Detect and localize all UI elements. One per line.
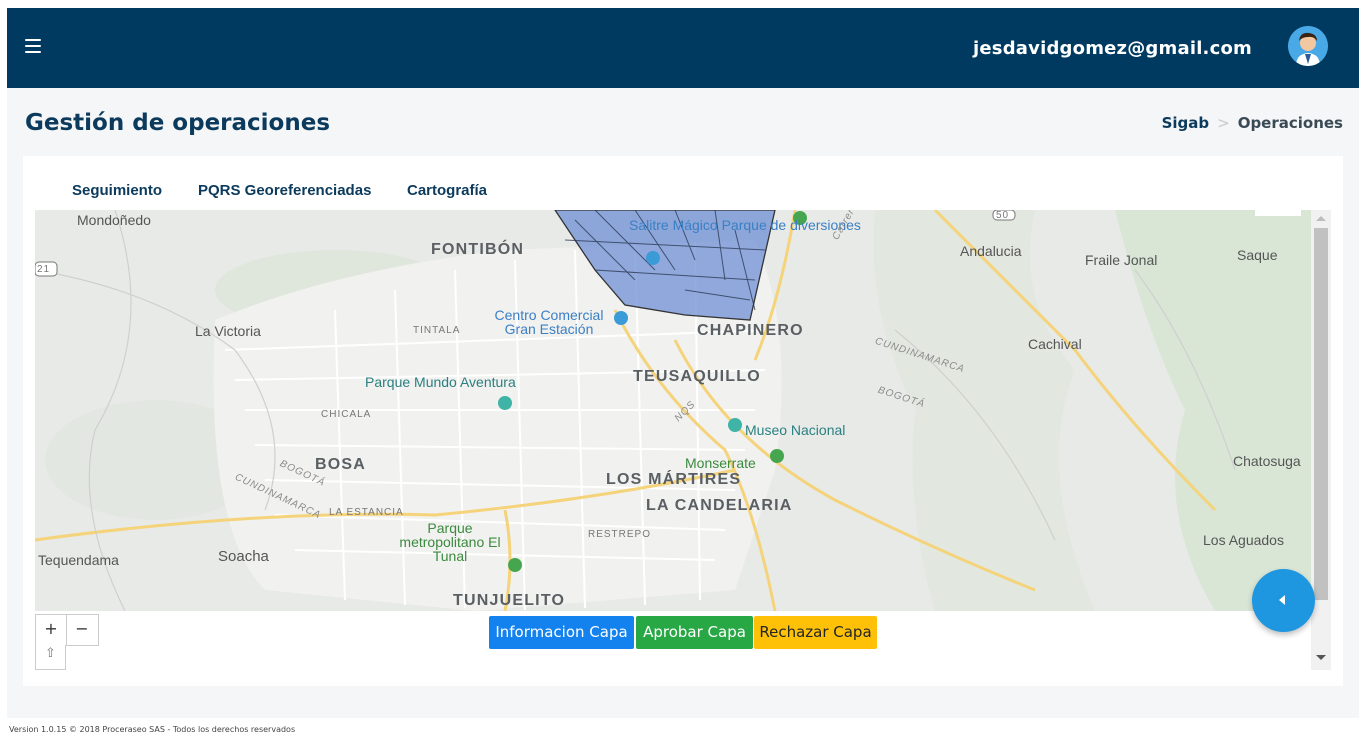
rechazar-capa-button[interactable]: Rechazar Capa [754, 616, 877, 649]
map-label-place: Chatosuga [1233, 453, 1301, 469]
map-label-district: FONTIBÓN [431, 241, 525, 258]
map-route-shield: 21 [37, 264, 51, 275]
map-zoom-control: + − [35, 614, 99, 646]
tab-cartografia[interactable]: Cartografía [407, 182, 487, 199]
page-title: Gestión de operaciones [25, 110, 331, 136]
zoom-in-button[interactable]: + [36, 615, 67, 645]
map-label-district: TEUSAQUILLO [633, 368, 761, 385]
hamburger-menu-icon[interactable] [25, 39, 41, 53]
map-label-poi: Museo Nacional [745, 422, 846, 438]
floating-action-button[interactable] [1252, 569, 1315, 632]
footer-text: Version 1.0.15 © 2018 Proceraseo SAS - T… [9, 725, 296, 734]
breadcrumb-separator-icon: > [1217, 114, 1230, 132]
zoom-out-button[interactable]: − [67, 615, 97, 645]
tab-seguimiento[interactable]: Seguimiento [72, 182, 162, 199]
map-label-area: LA ESTANCIA [329, 507, 404, 518]
scroll-up-icon[interactable] [1316, 216, 1326, 221]
map-label-district: LA CANDELARIA [646, 497, 793, 514]
map-label-poi: Parque Mundo Aventura [365, 374, 516, 390]
map-label-district: BOSA [315, 456, 367, 473]
breadcrumb-item-sigab[interactable]: Sigab [1162, 114, 1210, 132]
map-label-place: Andalucia [960, 243, 1022, 259]
map-label-district: LOS MÁRTIRES [606, 471, 742, 488]
map-label-place: Tequendama [38, 552, 119, 568]
scroll-down-icon[interactable] [1316, 655, 1326, 660]
map-label-place: Saque [1237, 247, 1278, 263]
map-label-place: Fraile Jonal [1085, 252, 1158, 268]
map-label-district: TUNJUELITO [453, 592, 566, 609]
map-label-place: Mondoñedo [77, 212, 151, 228]
map-label-place: Soacha [218, 548, 269, 565]
map-label-poi: Centro Comercial Gran Estación [494, 307, 604, 337]
chevron-left-icon [1279, 595, 1285, 605]
top-navbar: jesdavidgomez@gmail.com [7, 8, 1359, 88]
map-label-poi: Salitre Mágico Parque de diversiones [629, 217, 861, 233]
map-label-district: CHAPINERO [697, 322, 804, 339]
informacion-capa-button[interactable]: Informacion Capa [489, 616, 634, 649]
map-label-place: La Victoria [195, 323, 261, 339]
tab-pqrs-georeferenciadas[interactable]: PQRS Georeferenciadas [198, 182, 371, 199]
breadcrumb: Sigab > Operaciones [1162, 114, 1343, 132]
map-label-place: Los Aguados [1203, 532, 1284, 548]
map-view[interactable]: FONTIBÓN CHAPINERO TEUSAQUILLO BOSA LOS … [35, 210, 1311, 611]
map-label-poi: Parque metropolitano El Tunal [399, 520, 501, 564]
map-label-area: TINTALA [413, 325, 461, 336]
user-avatar[interactable] [1288, 26, 1328, 66]
map-label-place: Cachival [1028, 336, 1082, 352]
reset-rotation-icon[interactable]: ⇧ [35, 645, 66, 670]
map-route-shield: 50 [996, 210, 1010, 221]
map-label-poi: Monserrate [685, 455, 756, 471]
user-email[interactable]: jesdavidgomez@gmail.com [973, 38, 1252, 59]
aprobar-capa-button[interactable]: Aprobar Capa [636, 616, 753, 649]
map-label-area: RESTREPO [588, 529, 652, 540]
map-label-area: CHICALA [321, 409, 372, 420]
breadcrumb-item-operaciones: Operaciones [1237, 114, 1343, 132]
scroll-thumb[interactable] [1314, 228, 1328, 600]
